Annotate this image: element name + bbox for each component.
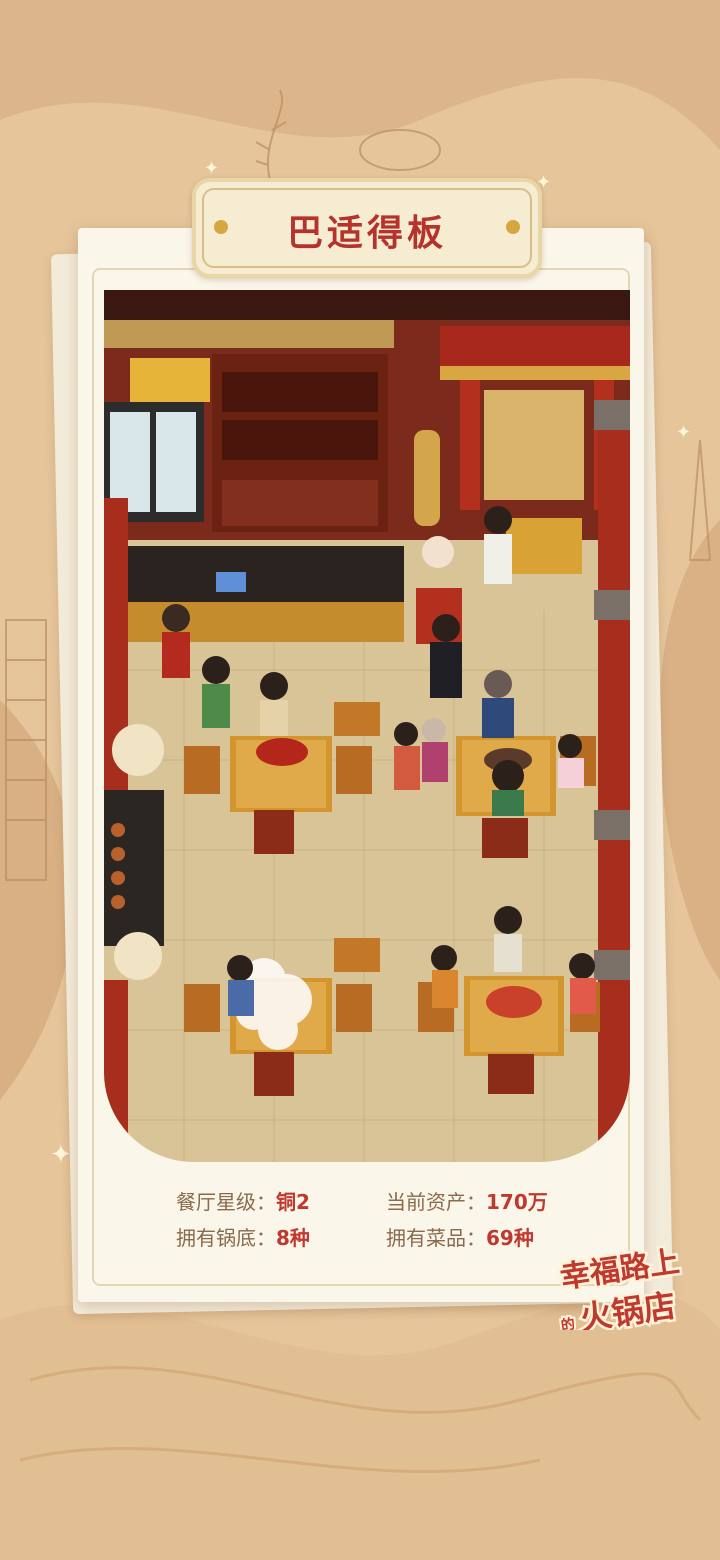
sparkle-icon: ✦ bbox=[204, 158, 220, 179]
restaurant-scene bbox=[104, 290, 630, 1162]
soup-label: 拥有锅底： bbox=[176, 1226, 276, 1250]
sparkle-icon: ✦ bbox=[676, 422, 692, 443]
rating-value: 铜2 bbox=[276, 1190, 310, 1214]
dishes-label: 拥有菜品： bbox=[386, 1226, 486, 1250]
rating-label: 餐厅星级： bbox=[176, 1190, 276, 1214]
restaurant-illustration bbox=[104, 290, 630, 1162]
owned-soup-bases: 拥有锅底：8种 bbox=[176, 1222, 310, 1251]
assets-value: 170万 bbox=[486, 1190, 548, 1214]
logo-line-2: 火锅店 bbox=[578, 1286, 678, 1330]
logo-particle: 的 bbox=[560, 1315, 576, 1330]
current-assets: 当前资产：170万 bbox=[386, 1186, 548, 1215]
title-plate: 巴适得板 bbox=[192, 178, 542, 278]
game-logo: 幸福路上 的 火锅店 bbox=[555, 1242, 684, 1330]
soup-value: 8种 bbox=[276, 1226, 310, 1250]
assets-label: 当前资产： bbox=[386, 1190, 486, 1214]
owned-dishes: 拥有菜品：69种 bbox=[386, 1222, 534, 1251]
sparkle-icon: ✦ bbox=[50, 1140, 72, 1170]
restaurant-rating: 餐厅星级：铜2 bbox=[176, 1186, 310, 1215]
dishes-value: 69种 bbox=[486, 1226, 534, 1250]
restaurant-name: 巴适得板 bbox=[286, 213, 447, 254]
